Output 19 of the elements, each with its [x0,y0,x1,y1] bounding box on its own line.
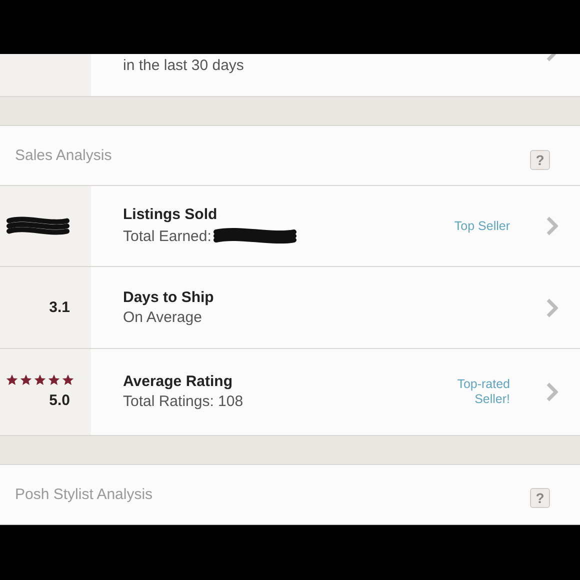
stat-row[interactable]: Average Rating Total Ratings: 108 Top-rated Seller! [91,348,580,435]
stat-row[interactable]: Listings Sold Total Earned: Top Seller [91,186,580,266]
stat-row[interactable]: Days to Ship On Average [91,267,580,348]
stat-title: Days to Ship [123,289,215,306]
chevron-icon [546,216,558,236]
stat-subtitle: Total Ratings: 108 [123,393,244,410]
stat-title: Listings Sold [123,206,218,224]
stat-subtitle: Total Earned: [123,228,212,245]
stat-value: 5.0 [49,392,70,410]
stat-title: Average Rating [123,373,234,390]
stat-value: 3.1 [49,299,70,316]
chevron-icon [546,298,558,318]
chevron-icon [546,382,558,402]
section-title: Posh Stylist Analysis [15,486,153,503]
seller-label: Top-rated Seller! [457,376,510,407]
seller-label: Top Seller [454,218,510,234]
stat-subtitle: in the last 30 days [123,57,244,74]
stat-subtitle: On Average [123,309,202,326]
section-title: Sales Analysis [15,147,112,164]
